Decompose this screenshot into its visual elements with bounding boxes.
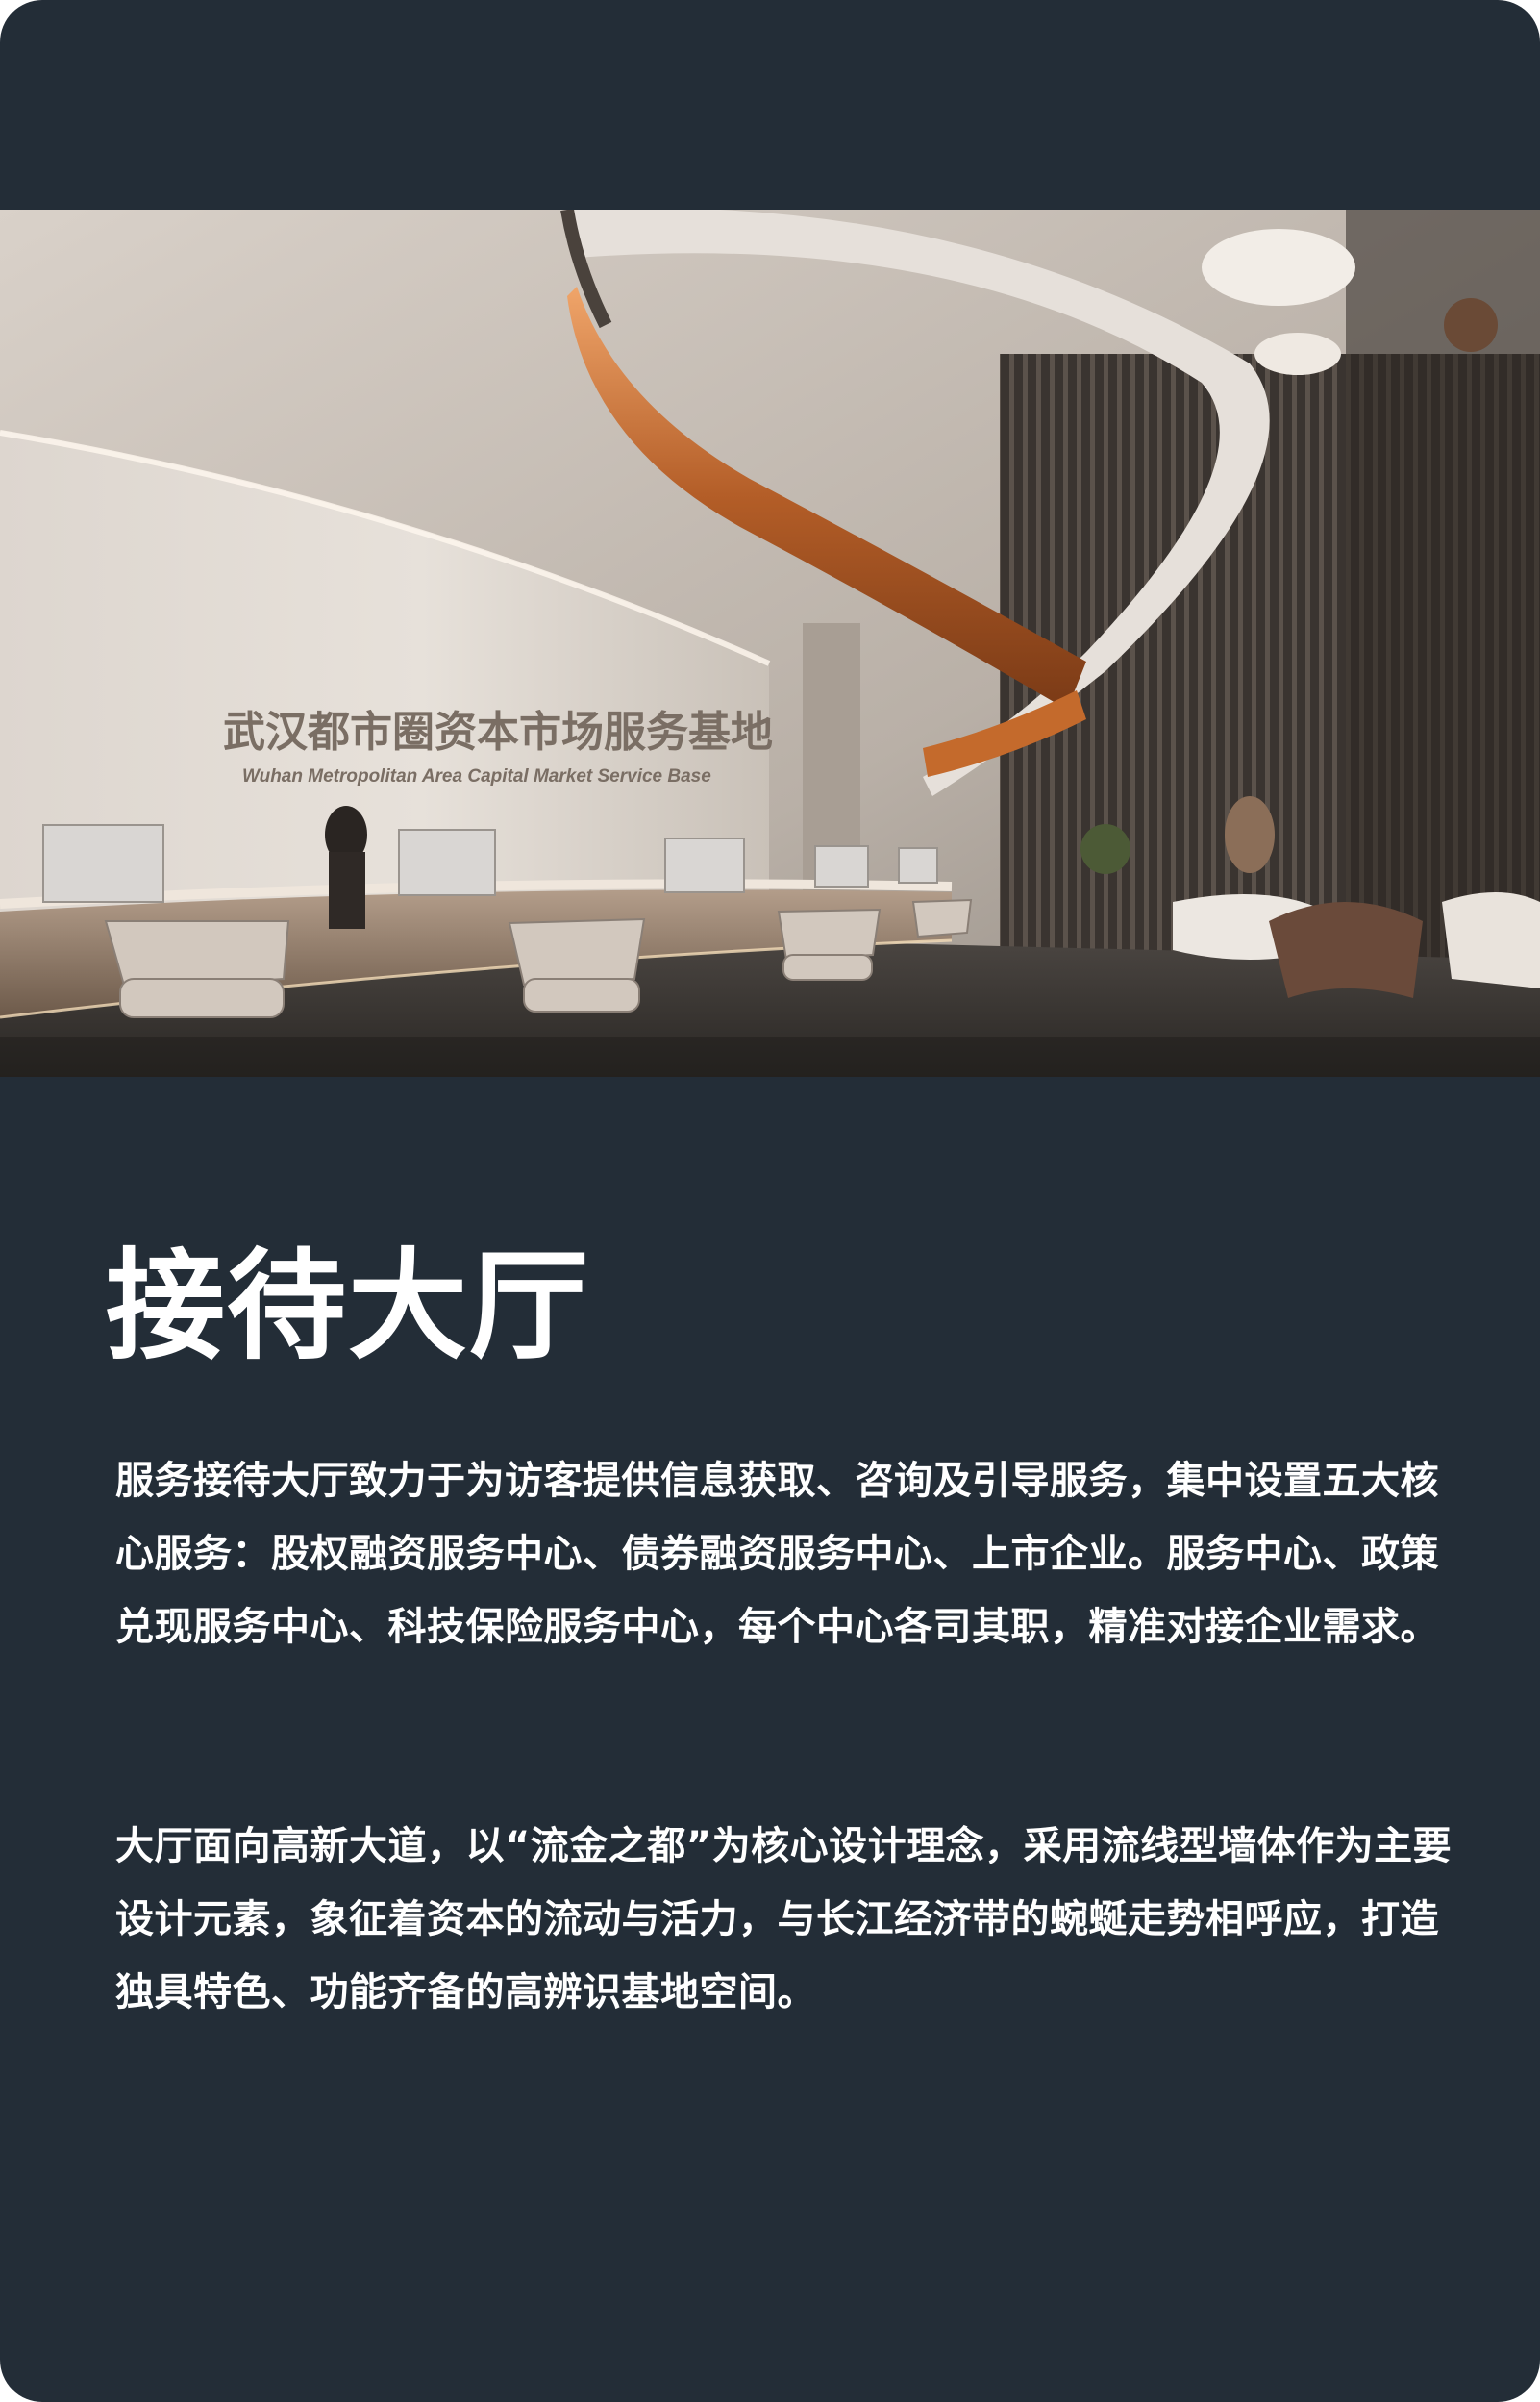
wall-sign-chinese: 武汉都市圈资本市场服务基地	[223, 708, 773, 757]
wall-sign-english: Wuhan Metropolitan Area Capital Market S…	[242, 766, 711, 787]
description-paragraph-1: 服务接待大厅致力于为访客提供信息获取、咨询及引导服务，集中设置五大核心服务：股权…	[115, 1459, 1439, 1649]
content-card: 武汉都市圈资本市场服务基地 Wuhan Metropolitan Area Ca…	[0, 0, 1540, 2402]
description-paragraph-2: 大厅面向高新大道，以“流金之都”为核心设计理念，采用流线型墙体作为主要设计元素，…	[115, 1824, 1453, 2014]
reception-hall-photo: 武汉都市圈资本市场服务基地 Wuhan Metropolitan Area Ca…	[0, 210, 1540, 1077]
reception-hall-illustration: 武汉都市圈资本市场服务基地 Wuhan Metropolitan Area Ca…	[0, 210, 1540, 1077]
section-heading: 接待大厅	[106, 1238, 591, 1376]
